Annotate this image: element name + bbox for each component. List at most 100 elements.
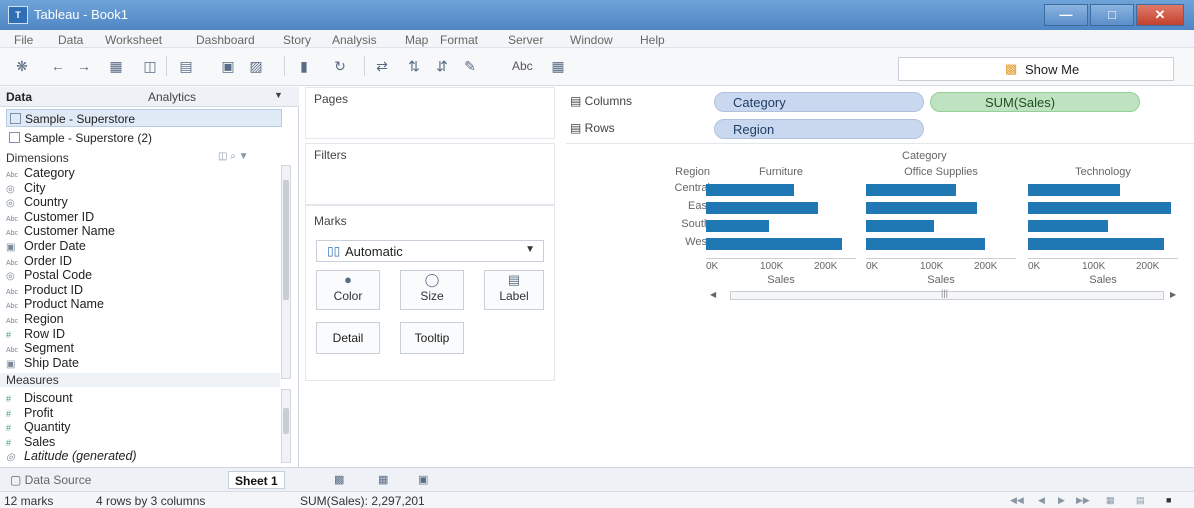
datasource-item[interactable]: Sample - Superstore (6, 109, 282, 127)
sort-descending-icon[interactable]: ⇵ (432, 56, 452, 76)
measure-field[interactable]: # Quantity (6, 421, 71, 434)
tab-data-source[interactable]: ▢ Data Source (4, 471, 97, 489)
menu-story[interactable]: Story (283, 33, 311, 47)
menu-help[interactable]: Help (640, 33, 665, 47)
fit-icon[interactable]: ▦ (548, 56, 568, 76)
sales-bar[interactable] (866, 184, 957, 196)
tableau-home-icon[interactable]: ❋ (12, 56, 32, 76)
duplicate-sheet-icon[interactable]: ▣ (218, 56, 238, 76)
sales-bar[interactable] (706, 238, 843, 250)
last-page-icon[interactable]: ▶▶ (1076, 495, 1090, 506)
dimension-field[interactable]: Abc Segment (6, 342, 74, 355)
redo-icon[interactable]: → (74, 56, 94, 76)
menu-format[interactable]: Format (440, 33, 478, 47)
new-worksheet-icon[interactable]: ▩ (334, 473, 344, 486)
show-me-button[interactable]: ▩ Show Me (898, 57, 1174, 81)
dimension-field[interactable]: Abc Product Name (6, 298, 104, 311)
menu-server[interactable]: Server (508, 33, 543, 47)
scrollbar-thumb[interactable] (283, 180, 289, 300)
highlight-icon[interactable]: ✎ (460, 56, 480, 76)
detail-button[interactable]: Detail (316, 322, 380, 354)
menu-dashboard[interactable]: Dashboard (196, 33, 255, 47)
dimension-field[interactable]: ▣ Order Date (6, 240, 86, 254)
search-icon[interactable]: ◫ ⌕ ▼ (218, 151, 249, 162)
rows-pill-region[interactable]: Region (714, 119, 924, 139)
sales-bar[interactable] (866, 220, 934, 232)
undo-icon[interactable]: ← (48, 56, 68, 76)
swap-rows-columns-icon[interactable]: ⇄ (372, 56, 392, 76)
sales-bar[interactable] (706, 202, 819, 214)
menu-analysis[interactable]: Analysis (332, 33, 377, 47)
menu-window[interactable]: Window (570, 33, 613, 47)
dimension-field[interactable]: ◎ Country (6, 196, 68, 210)
first-page-icon[interactable]: ◀◀ (1010, 495, 1024, 506)
chart-view[interactable]: Category Region Central East South West Furn… (566, 143, 1194, 300)
measure-field[interactable]: # Discount (6, 392, 73, 405)
sales-bar[interactable] (866, 238, 986, 250)
columns-pill-category[interactable]: Category (714, 92, 924, 112)
sales-bar[interactable] (866, 202, 977, 214)
save-icon[interactable]: ▦ (106, 56, 126, 76)
mark-type-select[interactable]: ▯▯ Automatic ▼ (316, 240, 544, 262)
size-button[interactable]: ◯ Size (400, 270, 464, 310)
color-button[interactable]: ● Color (316, 270, 380, 310)
label-button[interactable]: ▤ Label (484, 270, 544, 310)
dimension-field[interactable]: Abc Order ID (6, 254, 72, 268)
dimension-field[interactable]: ◎ City (6, 181, 46, 195)
pause-updates-icon[interactable]: ▮ (294, 56, 314, 76)
maximize-button[interactable]: □ (1090, 4, 1134, 26)
dimension-field[interactable]: ▣ Ship Date (6, 356, 79, 370)
pages-card[interactable]: Pages (305, 87, 555, 139)
sales-bar[interactable] (1028, 220, 1109, 232)
tab-sheet-1[interactable]: Sheet 1 (228, 471, 285, 489)
dimension-field[interactable]: ◎ Postal Code (6, 269, 92, 283)
new-worksheet-icon[interactable]: ▤ (176, 56, 196, 76)
measure-field[interactable]: # Sales (6, 435, 55, 449)
measure-field[interactable]: # Profit (6, 406, 53, 420)
list-view-icon[interactable]: ▤ (1136, 495, 1145, 506)
sales-bar[interactable] (1028, 238, 1165, 250)
sort-ascending-icon[interactable]: ⇅ (404, 56, 424, 76)
scroll-left-icon[interactable]: ◀ (710, 290, 716, 299)
refresh-icon[interactable]: ↻ (330, 56, 350, 76)
scroll-right-icon[interactable]: ▶ (1170, 290, 1176, 299)
sales-bar[interactable] (1028, 202, 1172, 214)
menu-file[interactable]: File (14, 33, 33, 47)
tooltip-button[interactable]: Tooltip (400, 322, 464, 354)
show-mark-labels-text[interactable]: Abc (512, 59, 533, 73)
minimize-button[interactable]: — (1044, 4, 1088, 26)
clear-sheet-icon[interactable]: ▨ (246, 56, 266, 76)
horizontal-scrollbar[interactable]: ||| (730, 288, 1164, 300)
columns-pill-sum-sales[interactable]: SUM(Sales) (930, 92, 1140, 112)
new-datasource-icon[interactable]: ◫ (140, 56, 160, 76)
close-button[interactable]: ✕ (1136, 4, 1184, 26)
tab-analytics[interactable]: Analytics (148, 90, 196, 104)
dimension-field[interactable]: Abc Customer Name (6, 225, 115, 238)
tab-data[interactable]: Data (6, 90, 32, 104)
menu-map[interactable]: Map (405, 33, 428, 47)
pane-menu-icon[interactable]: ▼ (274, 90, 283, 100)
dimension-field[interactable]: # Row ID (6, 327, 65, 341)
scrollbar-thumb[interactable] (283, 408, 289, 434)
next-page-icon[interactable]: ▶ (1058, 495, 1065, 506)
dimension-field[interactable]: Abc Category (6, 167, 75, 180)
filmstrip-icon[interactable]: ■ (1166, 495, 1171, 505)
dimension-field[interactable]: Abc Product ID (6, 283, 83, 297)
new-story-icon[interactable]: ▣ (418, 473, 428, 486)
field-label: Discount (24, 391, 73, 405)
filters-card[interactable]: Filters (305, 143, 555, 205)
prev-page-icon[interactable]: ◀ (1038, 495, 1045, 506)
grid-view-icon[interactable]: ▦ (1106, 495, 1115, 506)
sales-bar[interactable] (706, 184, 795, 196)
sales-bar[interactable] (1028, 184, 1121, 196)
sales-bar[interactable] (706, 220, 770, 232)
menu-data[interactable]: Data (58, 33, 83, 47)
menu-worksheet[interactable]: Worksheet (105, 33, 162, 47)
new-dashboard-icon[interactable]: ▦ (378, 473, 388, 486)
dimension-field[interactable]: Abc Customer ID (6, 210, 94, 224)
dimension-field[interactable]: Abc Region (6, 313, 64, 326)
dimensions-scrollbar[interactable] (281, 165, 291, 379)
measure-field[interactable]: ◎ Latitude (generated) (6, 450, 137, 464)
datasource-item[interactable]: Sample - Superstore (2) (6, 129, 282, 147)
measures-scrollbar[interactable] (281, 389, 291, 463)
